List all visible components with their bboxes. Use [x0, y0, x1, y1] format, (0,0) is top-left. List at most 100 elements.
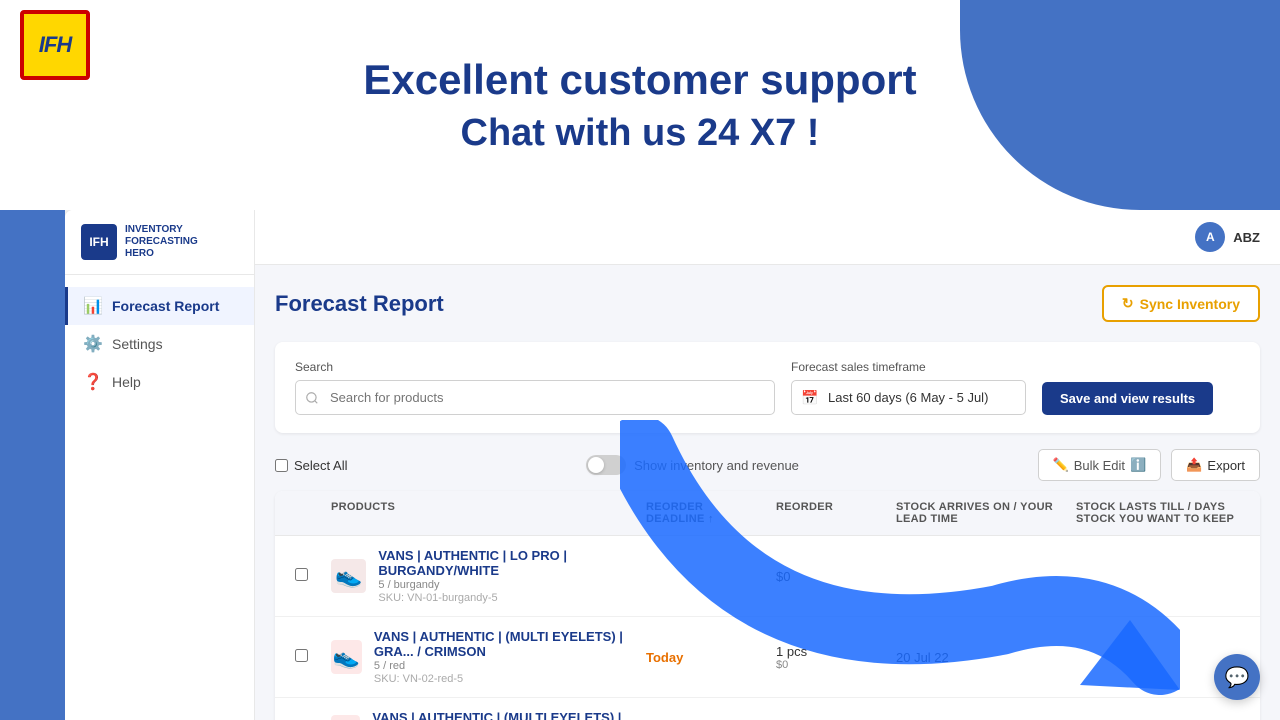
- search-input-wrap: [295, 380, 775, 415]
- chat-icon: 💬: [1225, 665, 1250, 690]
- product-name-0: VANS | AUTHENTIC | LO PRO | BURGANDY/WHI…: [378, 548, 630, 578]
- date-select-wrap: 📅 Last 60 days (6 May - 5 Jul): [791, 380, 1026, 415]
- timeframe-select[interactable]: Last 60 days (6 May - 5 Jul): [791, 380, 1026, 415]
- shoe-image-1: 👟: [333, 644, 360, 670]
- table-head: PRODUCTS REORDER DEADLINE ↑ REORDER STOC…: [275, 491, 1260, 536]
- th-stock-lasts: STOCK LASTS TILL / DAYS STOCK YOU WANT T…: [1068, 491, 1248, 535]
- product-info-0: VANS | AUTHENTIC | LO PRO | BURGANDY/WHI…: [378, 548, 630, 604]
- search-input[interactable]: [295, 380, 775, 415]
- top-banner: IFH Excellent customer support Chat with…: [0, 0, 1280, 210]
- product-cell-0: 👟 VANS | AUTHENTIC | LO PRO | BURGANDY/W…: [331, 548, 630, 604]
- sidebar-item-help[interactable]: ❓ Help: [65, 363, 254, 401]
- main-content: A ABZ Forecast Report ↻ Sync Inventory S…: [255, 210, 1280, 720]
- table-controls: Select All Show inventory and revenue ✏️…: [275, 449, 1260, 481]
- sidebar-logo-text: INVENTORYFORECASTINGHERO: [125, 224, 198, 260]
- timeframe-group: Forecast sales timeframe 📅 Last 60 days …: [791, 360, 1026, 415]
- row-reorder-0: $0: [768, 557, 888, 596]
- product-thumb-1: 👟: [331, 640, 362, 674]
- row-arrives-1: 20 Jul 22: [888, 638, 1068, 677]
- info-icon: ℹ️: [1130, 457, 1146, 473]
- product-sku-0: SKU: VN-01-burgandy-5: [378, 592, 630, 604]
- row-deadline-2: Today: [638, 712, 768, 720]
- sidebar: IFH INVENTORYFORECASTINGHERO 📊 Forecast …: [65, 210, 255, 720]
- row-arrives-2: 20 Jul 22: [888, 712, 1068, 720]
- timeframe-label: Forecast sales timeframe: [791, 360, 1026, 374]
- help-icon: ❓: [84, 373, 102, 391]
- product-thumb-2: 👟: [331, 715, 360, 720]
- row-check-0: [287, 556, 323, 596]
- sync-icon: ↻: [1122, 295, 1134, 312]
- row-checkbox-0[interactable]: [295, 568, 308, 581]
- product-info-1: VANS | AUTHENTIC | (MULTI EYELETS) | GRA…: [374, 629, 630, 685]
- row-arrives-0: [888, 564, 1068, 588]
- row-deadline-0: [638, 564, 768, 588]
- table-actions: ✏️ Bulk Edit ℹ️ 📤 Export: [1038, 449, 1260, 481]
- sidebar-item-forecast[interactable]: 📊 Forecast Report: [65, 287, 254, 325]
- main-header: A ABZ: [255, 210, 1280, 265]
- toggle-knob: [588, 457, 604, 473]
- sidebar-item-label-forecast: Forecast Report: [112, 298, 219, 314]
- banner-bg-shape: [960, 0, 1280, 210]
- th-reorder: REORDER: [768, 491, 888, 535]
- th-stock-arrives: STOCK ARRIVES ON / YOUR LEAD TIME: [888, 491, 1068, 535]
- shoe-image-0: 👟: [335, 563, 362, 589]
- product-name-2: VANS | AUTHENTIC | (MULTI EYELETS) | GRA…: [372, 710, 630, 720]
- page-title: Forecast Report: [275, 291, 444, 317]
- export-icon: 📤: [1186, 457, 1202, 473]
- edit-icon: ✏️: [1053, 457, 1069, 473]
- select-all-checkbox[interactable]: [275, 459, 288, 472]
- page-header-row: Forecast Report ↻ Sync Inventory: [275, 285, 1260, 322]
- left-accent: [0, 210, 65, 720]
- filter-card: Search Forecast sales timeframe 📅 La: [275, 342, 1260, 433]
- sidebar-logo-icon: IFH: [81, 224, 117, 260]
- select-all-label: Select All: [294, 458, 347, 473]
- export-button[interactable]: 📤 Export: [1171, 449, 1260, 481]
- row-product-2: 👟 VANS | AUTHENTIC | (MULTI EYELETS) | G…: [323, 698, 638, 720]
- data-table: PRODUCTS REORDER DEADLINE ↑ REORDER STOC…: [275, 491, 1260, 720]
- table-row: 👟 VANS | AUTHENTIC | (MULTI EYELETS) | G…: [275, 617, 1260, 698]
- avatar: A: [1195, 222, 1225, 252]
- calendar-icon: 📅: [801, 389, 818, 406]
- product-variant-0: 5 / burgandy: [378, 579, 630, 591]
- row-checkbox-1[interactable]: [295, 649, 308, 662]
- toggle-label: Show inventory and revenue: [634, 458, 799, 473]
- product-thumb-0: 👟: [331, 559, 366, 593]
- product-cell-2: 👟 VANS | AUTHENTIC | (MULTI EYELETS) | G…: [331, 710, 630, 720]
- sidebar-item-label-settings: Settings: [112, 336, 163, 352]
- sidebar-item-settings[interactable]: ⚙️ Settings: [65, 325, 254, 363]
- row-check-2: [287, 712, 323, 720]
- row-check-1: [287, 637, 323, 677]
- search-label: Search: [295, 360, 775, 374]
- row-product-0: 👟 VANS | AUTHENTIC | LO PRO | BURGANDY/W…: [323, 536, 638, 616]
- sync-inventory-button[interactable]: ↻ Sync Inventory: [1102, 285, 1260, 322]
- forecast-icon: 📊: [84, 297, 102, 315]
- banner-title: Excellent customer support: [363, 56, 916, 104]
- select-all-wrap: Select All: [275, 458, 347, 473]
- save-view-button[interactable]: Save and view results: [1042, 382, 1213, 415]
- product-info-2: VANS | AUTHENTIC | (MULTI EYELETS) | GRA…: [372, 710, 630, 720]
- table-row: 👟 VANS | AUTHENTIC | LO PRO | BURGANDY/W…: [275, 536, 1260, 617]
- row-deadline-1: Today: [638, 638, 768, 677]
- top-logo-badge: IFH: [20, 10, 90, 80]
- filter-row: Search Forecast sales timeframe 📅 La: [295, 360, 1240, 415]
- banner-text-block: Excellent customer support Chat with us …: [363, 56, 916, 155]
- logo-top: IFH: [20, 10, 90, 80]
- sidebar-nav: 📊 Forecast Report ⚙️ Settings ❓ Help: [65, 275, 254, 720]
- settings-icon: ⚙️: [84, 335, 102, 353]
- bulk-edit-button[interactable]: ✏️ Bulk Edit ℹ️: [1038, 449, 1162, 481]
- product-name-1: VANS | AUTHENTIC | (MULTI EYELETS) | GRA…: [374, 629, 630, 659]
- row-product-1: 👟 VANS | AUTHENTIC | (MULTI EYELETS) | G…: [323, 617, 638, 697]
- inventory-toggle[interactable]: [586, 455, 626, 475]
- toggle-wrap: Show inventory and revenue: [586, 455, 799, 475]
- search-group: Search: [295, 360, 775, 415]
- row-reorder-2: 1 pcs: [768, 712, 888, 720]
- table-row: 👟 VANS | AUTHENTIC | (MULTI EYELETS) | G…: [275, 698, 1260, 720]
- sidebar-item-label-help: Help: [112, 374, 141, 390]
- row-lasts-2: 19 Aug 22: [1068, 712, 1248, 720]
- th-products: PRODUCTS: [323, 491, 638, 535]
- chat-widget[interactable]: 💬: [1214, 654, 1260, 700]
- user-name: ABZ: [1233, 230, 1260, 245]
- product-variant-1: 5 / red: [374, 660, 630, 672]
- page-body: Forecast Report ↻ Sync Inventory Search: [255, 265, 1280, 720]
- product-cell-1: 👟 VANS | AUTHENTIC | (MULTI EYELETS) | G…: [331, 629, 630, 685]
